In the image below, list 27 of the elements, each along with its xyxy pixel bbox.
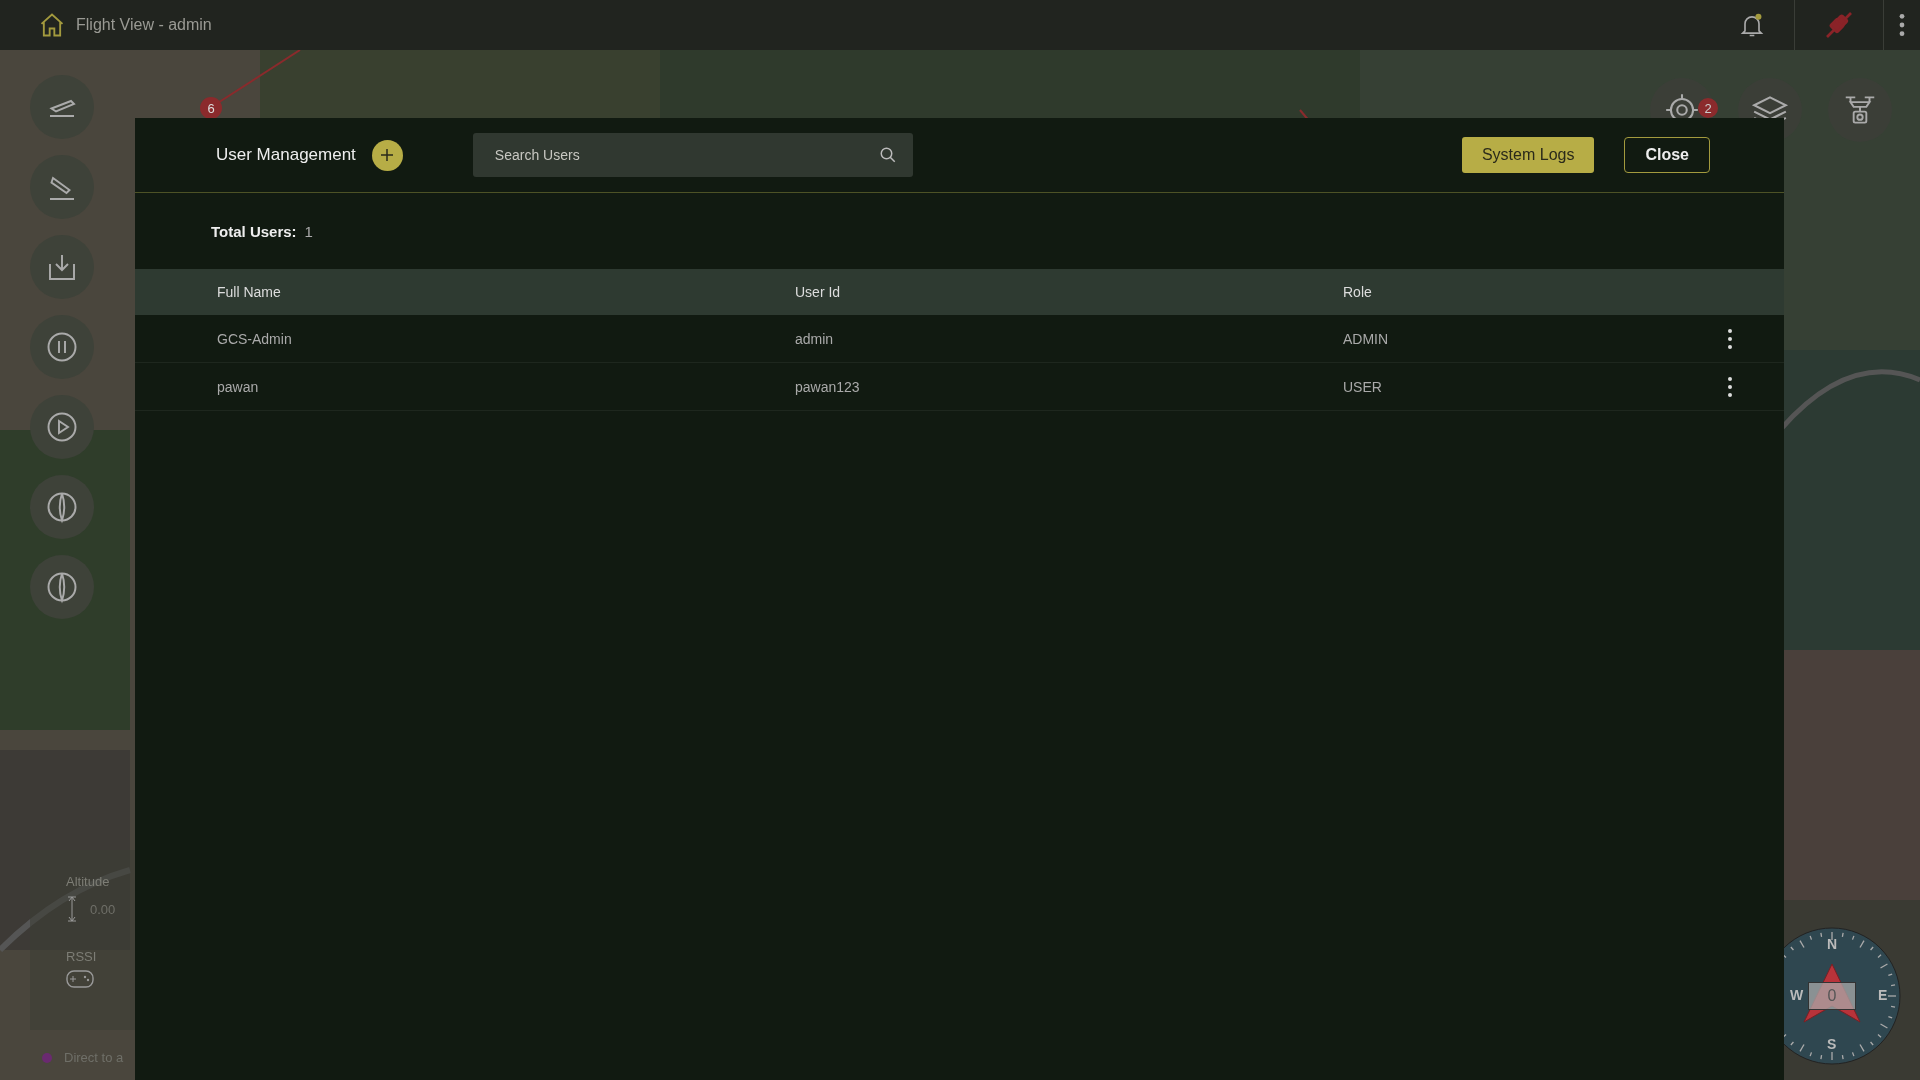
- total-users-value: 1: [304, 222, 313, 240]
- bell-icon[interactable]: [1738, 11, 1766, 39]
- system-logs-button[interactable]: System Logs: [1461, 137, 1595, 173]
- altitude-label: Altitude: [66, 874, 111, 889]
- search-field[interactable]: Search Users: [472, 133, 913, 177]
- dialog-title: User Management: [216, 145, 356, 165]
- more-icon[interactable]: [1898, 12, 1906, 38]
- altitude-icon: [66, 895, 78, 923]
- rssi-label: RSSI: [66, 949, 98, 964]
- table-cell-text: ADMIN: [1343, 330, 1390, 347]
- table-cell-text: pawan123: [795, 378, 861, 395]
- table-cell-text: pawan: [217, 378, 260, 395]
- plus-icon[interactable]: [379, 147, 396, 163]
- table-cell-text: admin: [795, 330, 835, 347]
- column-header: User Id: [795, 284, 842, 300]
- column-header: Full Name: [217, 284, 282, 300]
- home-icon[interactable]: [38, 11, 66, 39]
- search-icon[interactable]: [878, 146, 897, 164]
- table-cell-text: USER: [1343, 378, 1383, 395]
- add-user-button[interactable]: [371, 139, 403, 171]
- column-header: Role: [1343, 284, 1373, 300]
- close-button[interactable]: Close: [1624, 137, 1710, 173]
- window-title: Flight View - admin: [76, 16, 212, 34]
- status-dot: [42, 1052, 52, 1063]
- gamepad-icon: [66, 970, 94, 988]
- table-cell-text: GCS-Admin: [217, 330, 293, 347]
- total-users-label: Total Users:: [211, 222, 297, 240]
